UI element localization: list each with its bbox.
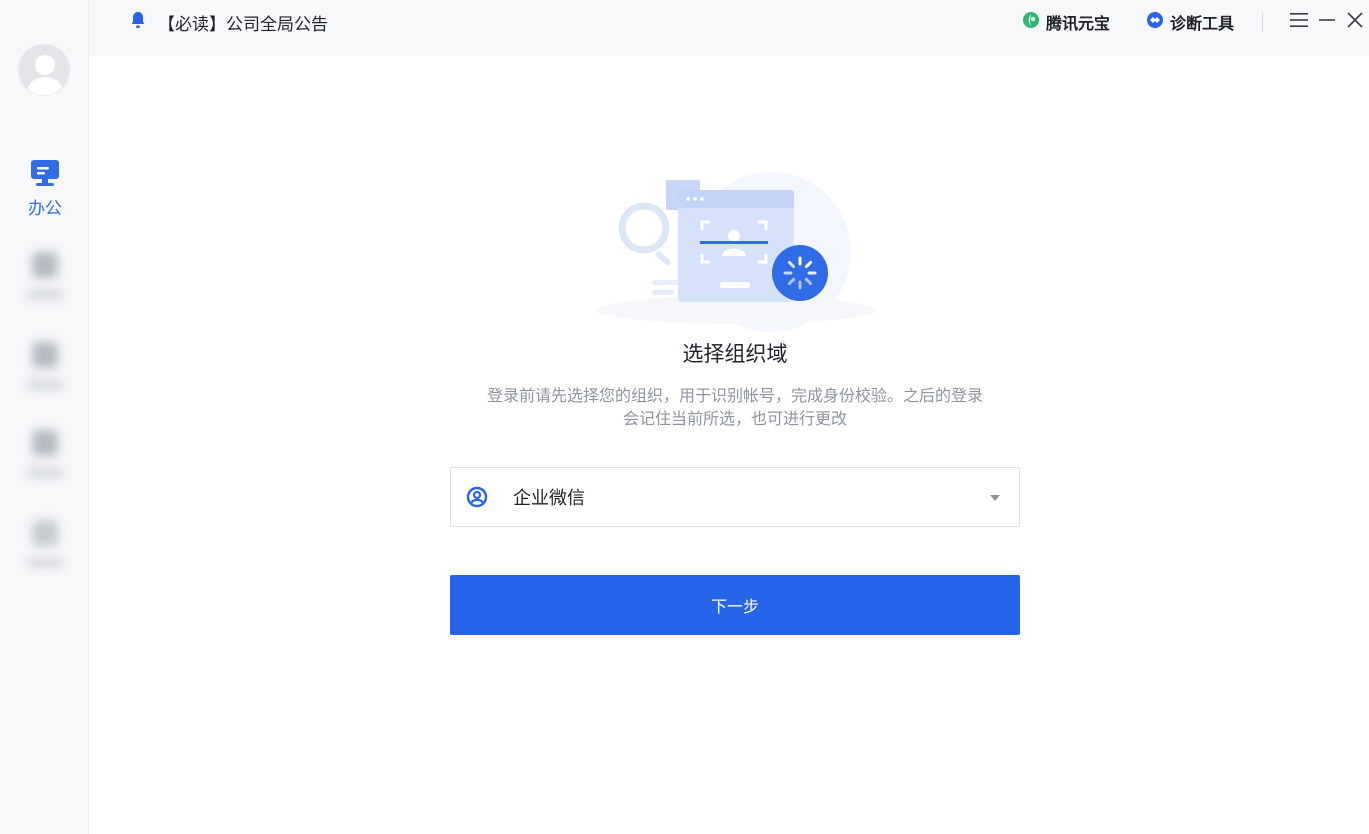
menu-button[interactable]: [1285, 8, 1313, 36]
toolbar-divider: [1262, 12, 1263, 32]
org-user-icon: [466, 486, 488, 508]
sidebar-item-blurred[interactable]: [22, 336, 68, 402]
org-select-value: 企业微信: [513, 488, 585, 509]
org-domain-select[interactable]: 企业微信: [450, 467, 1020, 527]
announcement-text: 【必读】公司全局公告: [158, 14, 328, 35]
page-description: 登录前请先选择您的组织，用于识别帐号，完成身份校验。之后的登录 会记住当前所选，…: [450, 384, 1020, 430]
minimize-icon: [1318, 11, 1336, 33]
sidebar-item-blurred[interactable]: [22, 424, 68, 490]
sidebar-item-office[interactable]: 办公: [14, 158, 76, 224]
sidebar-item-blurred[interactable]: [22, 246, 68, 312]
diagnostic-tool-button[interactable]: 诊断工具: [1146, 10, 1234, 34]
diagnostic-icon: [1146, 11, 1164, 33]
next-step-button[interactable]: 下一步: [450, 575, 1020, 635]
description-line: 登录前请先选择您的组织，用于识别帐号，完成身份校验。之后的登录: [486, 386, 983, 405]
description-line: 会记住当前所选，也可进行更改: [622, 409, 847, 428]
close-button[interactable]: [1341, 8, 1369, 36]
page-title: 选择组织域: [682, 342, 788, 366]
yuanbao-button[interactable]: 腾讯元宝: [1022, 10, 1110, 34]
yuanbao-label: 腾讯元宝: [1045, 14, 1110, 33]
sidebar-item-label: 办公: [28, 199, 62, 219]
menu-icon: [1289, 11, 1309, 33]
close-icon: [1346, 11, 1364, 33]
avatar-body-shape: [27, 77, 63, 95]
monitor-icon: [14, 158, 76, 188]
org-selection-illustration: [596, 170, 886, 340]
sidebar: 办公: [0, 0, 89, 834]
top-right-tools: 腾讯元宝 诊断工具: [1022, 8, 1369, 36]
announcement-link[interactable]: 【必读】公司全局公告: [130, 10, 328, 35]
minimize-button[interactable]: [1313, 8, 1341, 36]
sidebar-item-blurred[interactable]: [22, 514, 68, 580]
chevron-down-icon: [990, 495, 1000, 501]
top-bar: 【必读】公司全局公告 腾讯元宝 诊断工具: [89, 0, 1369, 56]
yuanbao-logo-icon: [1022, 11, 1040, 33]
bell-icon: [130, 11, 146, 33]
avatar-head-shape: [35, 55, 55, 75]
diagnostic-label: 诊断工具: [1169, 14, 1234, 33]
avatar[interactable]: [18, 44, 70, 96]
